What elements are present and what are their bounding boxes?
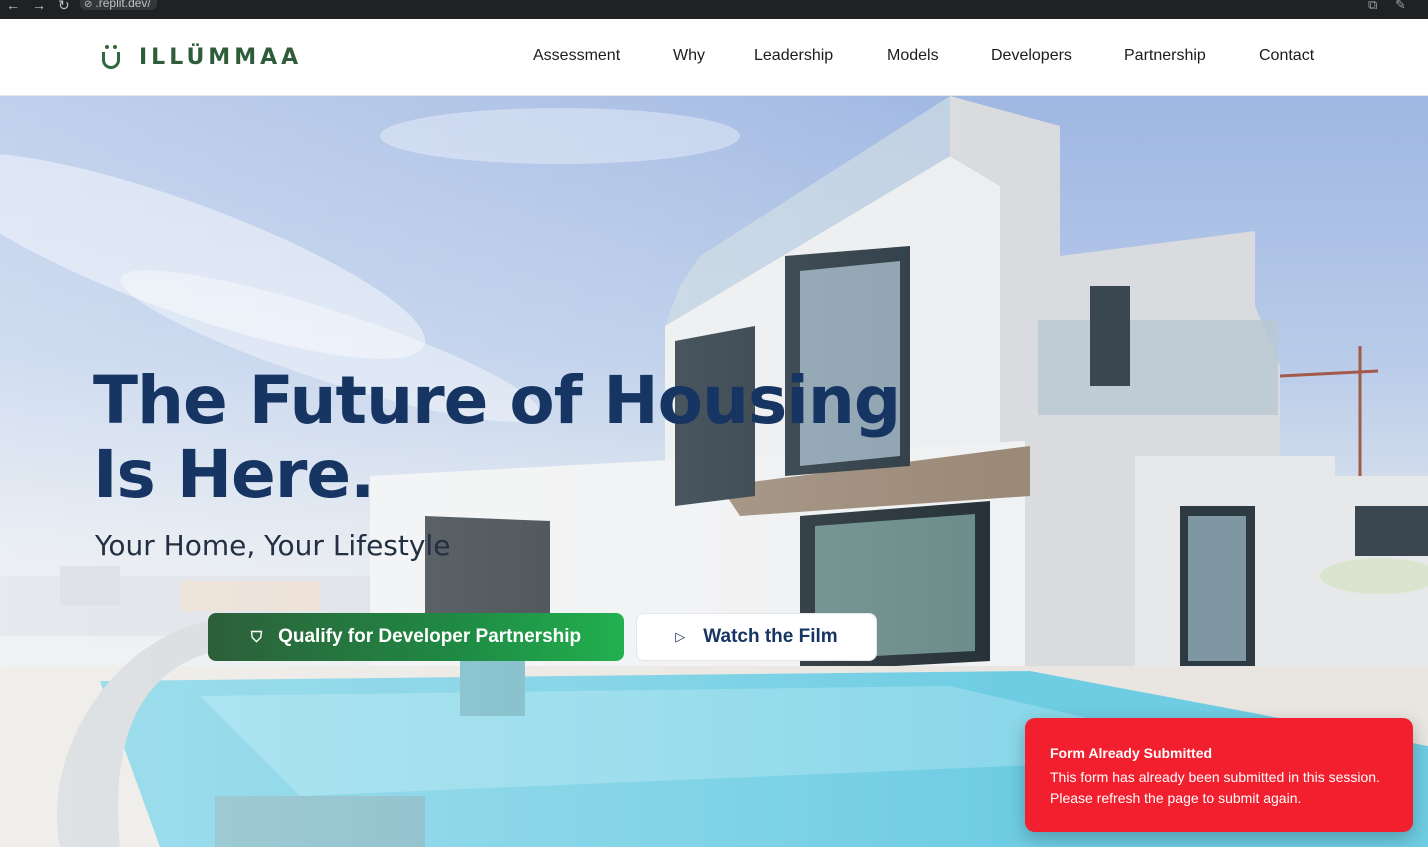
address-bar[interactable]: ⊘ .replit.dev/ [80,0,157,10]
hero-headline-line-2: Is Here. [93,436,375,513]
site-header: ILLÜMMAA Assessment Why Leadership Model… [0,19,1428,96]
nav-link-contact[interactable]: Contact [1259,47,1314,65]
nav-link-leadership[interactable]: Leadership [754,47,833,65]
toast-title: Form Already Submitted [1050,745,1213,761]
watch-film-button[interactable]: ▷ Watch the Film [636,613,877,661]
tools-icon[interactable]: ✎ [1395,0,1406,13]
site-info-icon[interactable]: ⊘ [84,0,92,10]
main-nav: Assessment Why Leadership Models Develop… [0,47,1428,67]
watch-film-label: Watch the Film [703,626,838,647]
nav-link-assessment[interactable]: Assessment [533,47,620,65]
nav-link-why[interactable]: Why [673,47,705,65]
browser-toolbar: ← → ↻ ⊘ .replit.dev/ ⧉ ✎ [0,0,1428,19]
reload-icon[interactable]: ↻ [58,0,70,14]
qualify-partnership-label: Qualify for Developer Partnership [278,626,582,647]
play-icon: ▷ [675,629,686,644]
url-text: .replit.dev/ [95,0,151,10]
nav-link-models[interactable]: Models [887,47,939,65]
nav-link-partnership[interactable]: Partnership [1124,47,1206,65]
qualify-partnership-button[interactable]: ⛉ Qualify for Developer Partnership [208,613,624,661]
forward-arrow-icon[interactable]: → [32,0,46,13]
extensions-icon[interactable]: ⧉ [1368,0,1377,13]
nav-link-developers[interactable]: Developers [991,47,1072,65]
toast-message: This form has already been submitted in … [1050,769,1380,806]
back-arrow-icon[interactable]: ← [6,0,20,13]
error-toast[interactable]: Form Already Submitted This form has alr… [1025,718,1413,832]
hero-headline: The Future of Housing Is Here. [93,364,993,512]
hero-subheadline: Your Home, Your Lifestyle [95,529,451,562]
handshake-icon: ⛉ [250,628,263,646]
hero-headline-line-1: The Future of Housing [93,362,901,439]
